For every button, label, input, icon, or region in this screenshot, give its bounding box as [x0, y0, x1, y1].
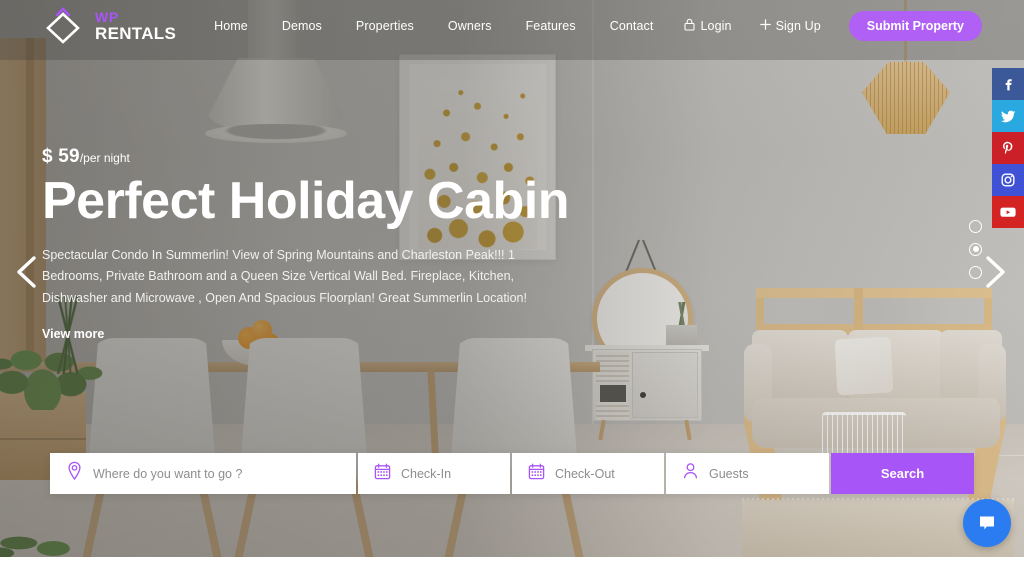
site-header: WP RENTALS Home Demos Properties Owners … — [0, 0, 1024, 52]
property-search-bar: Where do you want to go ? Check-In Check… — [50, 453, 974, 494]
slider-next-button[interactable] — [978, 252, 1012, 292]
youtube-link[interactable] — [992, 196, 1024, 228]
map-pin-icon — [66, 461, 83, 486]
nav-item-owners[interactable]: Owners — [431, 19, 509, 33]
chat-bubble-icon — [980, 516, 994, 530]
hero-content: $ 59/per night Perfect Holiday Cabin Spe… — [42, 146, 602, 343]
hero-title: Perfect Holiday Cabin — [42, 172, 569, 230]
nav-item-contact[interactable]: Contact — [593, 19, 671, 33]
instagram-icon — [1001, 173, 1015, 187]
price-unit: /per night — [79, 151, 130, 165]
calendar-icon — [374, 463, 391, 485]
nav-item-home[interactable]: Home — [197, 19, 265, 33]
hero-price: $ 59/per night — [42, 146, 602, 168]
checkin-field[interactable]: Check-In — [358, 453, 510, 494]
twitter-link[interactable] — [992, 100, 1024, 132]
pinterest-icon — [1003, 141, 1013, 154]
checkout-placeholder: Check-Out — [555, 466, 615, 481]
user-icon — [682, 462, 699, 485]
hero-description: Spectacular Condo In Summerlin! View of … — [42, 247, 527, 305]
view-more-link[interactable]: View more — [42, 327, 104, 341]
nav-item-properties[interactable]: Properties — [339, 19, 431, 33]
signup-link[interactable]: Sign Up — [746, 19, 835, 33]
chat-button[interactable] — [963, 499, 1011, 547]
facebook-link[interactable] — [992, 68, 1024, 100]
submit-property-button[interactable]: Submit Property — [848, 11, 982, 41]
slider-dot-2[interactable] — [969, 243, 982, 256]
slider-prev-button[interactable] — [10, 252, 44, 292]
diamond-logo-icon — [40, 6, 86, 46]
logo-text-secondary: RENTALS — [95, 24, 177, 43]
guests-placeholder: Guests — [709, 466, 749, 481]
slider-dots — [969, 220, 982, 279]
guests-field[interactable]: Guests — [666, 453, 829, 494]
nav-item-features[interactable]: Features — [509, 19, 593, 33]
destination-placeholder: Where do you want to go ? — [93, 466, 243, 481]
social-rail — [992, 68, 1024, 228]
login-label: Login — [700, 19, 732, 33]
main-navigation: Home Demos Properties Owners Features Co… — [197, 11, 982, 41]
price-currency: $ — [42, 146, 53, 167]
instagram-link[interactable] — [992, 164, 1024, 196]
facebook-icon — [1005, 79, 1012, 91]
pinterest-link[interactable] — [992, 132, 1024, 164]
plus-icon — [759, 19, 771, 33]
page-bottom-spacer — [0, 557, 1024, 568]
nav-item-demos[interactable]: Demos — [265, 19, 339, 33]
lock-icon — [684, 18, 696, 34]
slider-dot-3[interactable] — [969, 266, 982, 279]
twitter-icon — [1000, 110, 1015, 122]
slider-dot-1[interactable] — [969, 220, 982, 233]
checkout-field[interactable]: Check-Out — [512, 453, 664, 494]
login-link[interactable]: Login — [670, 18, 745, 34]
site-logo[interactable]: WP RENTALS — [40, 6, 176, 46]
chevron-right-icon — [986, 256, 1005, 288]
calendar-icon — [528, 463, 545, 485]
youtube-icon — [1000, 207, 1016, 217]
search-button[interactable]: Search — [831, 453, 974, 494]
signup-label: Sign Up — [775, 19, 821, 33]
logo-text-primary: WP — [95, 9, 119, 25]
price-amount: 59 — [58, 146, 80, 167]
checkin-placeholder: Check-In — [401, 466, 452, 481]
chevron-left-icon — [17, 256, 36, 288]
hero-slider: WP RENTALS Home Demos Properties Owners … — [0, 0, 1024, 557]
destination-field[interactable]: Where do you want to go ? — [50, 453, 356, 494]
